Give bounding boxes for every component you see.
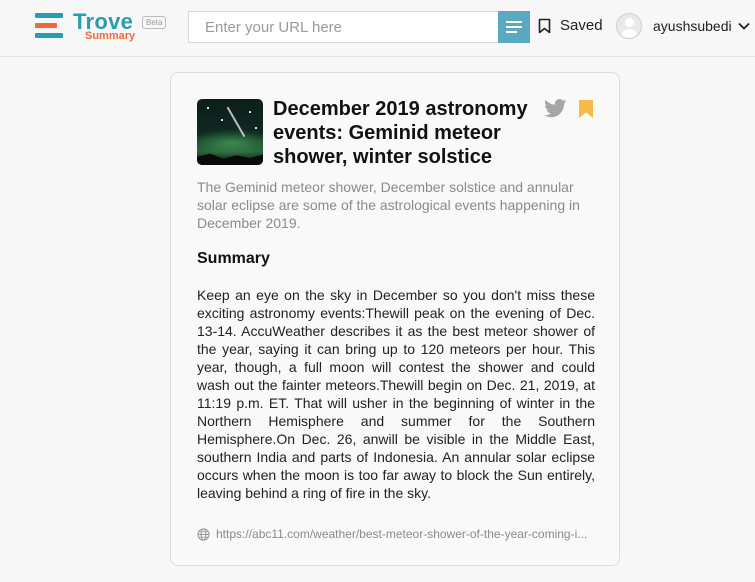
- url-search-box: [188, 11, 530, 43]
- bookmark-icon[interactable]: [578, 99, 594, 119]
- top-bar: Trove Summary Beta Saved ayushsubedi: [0, 0, 755, 57]
- article-title[interactable]: December 2019 astronomy events: Geminid …: [273, 97, 543, 169]
- submit-url-button[interactable]: [498, 11, 530, 43]
- user-menu[interactable]: ayushsubedi: [616, 13, 751, 41]
- bookmark-outline-icon: [538, 18, 551, 34]
- saved-label: Saved: [560, 17, 603, 34]
- summary-text: Keep an eye on the sky in December so yo…: [197, 287, 595, 501]
- summary-heading: Summary: [197, 250, 270, 267]
- username: ayushsubedi: [653, 18, 732, 34]
- beta-badge: Beta: [142, 16, 167, 29]
- source-url: https://abc11.com/weather/best-meteor-sh…: [216, 527, 588, 541]
- chevron-down-icon: [738, 22, 750, 30]
- source-link[interactable]: https://abc11.com/weather/best-meteor-sh…: [197, 527, 597, 543]
- trove-logo[interactable]: Trove Summary Beta: [35, 9, 167, 45]
- logo-subtitle: Summary: [85, 30, 136, 42]
- article-thumbnail[interactable]: [197, 99, 263, 165]
- logo-mark-icon: [35, 13, 63, 41]
- avatar-icon: [616, 13, 642, 39]
- globe-icon: [197, 528, 210, 541]
- menu-icon: [506, 21, 522, 23]
- article-description: The Geminid meteor shower, December sols…: [197, 179, 580, 231]
- url-input[interactable]: [189, 12, 499, 42]
- twitter-icon[interactable]: [544, 99, 567, 118]
- article-card: December 2019 astronomy events: Geminid …: [170, 72, 620, 566]
